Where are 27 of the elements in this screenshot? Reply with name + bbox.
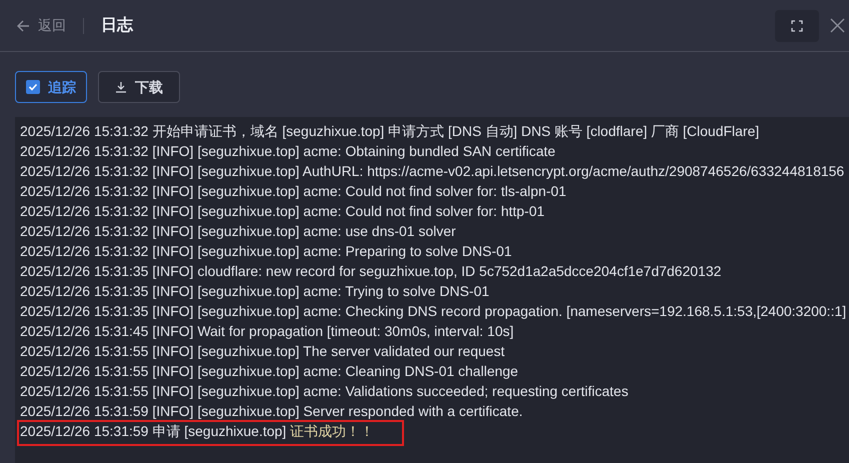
download-button[interactable]: 下载 xyxy=(98,71,180,103)
fullscreen-button[interactable] xyxy=(775,10,819,42)
back-arrow-icon xyxy=(16,18,30,32)
log-line: 2025/12/26 15:31:45 [INFO] Wait for propagation [timeout: 30m0s, interval: 10s] xyxy=(20,322,514,341)
log-line: 2025/12/26 15:31:32 [INFO] [seguzhixue.top] acme: Could not find solver for: http-01 xyxy=(20,202,545,221)
log-line: 2025/12/26 15:31:59 [INFO] [seguzhixue.top] Server responded with a certificate. xyxy=(20,402,523,421)
close-icon xyxy=(830,18,844,33)
download-icon xyxy=(115,81,127,93)
log-line: 2025/12/26 15:31:32 [INFO] [seguzhixue.top] AuthURL: https://acme-v02.api.letsencrypt.org/acme/authz/2908746526/633244818156 xyxy=(20,162,844,181)
log-line: 2025/12/26 15:31:35 [INFO] [seguzhixue.top] acme: Trying to solve DNS-01 xyxy=(20,282,490,301)
log-line: 2025/12/26 15:31:35 [INFO] cloudflare: new record for seguzhixue.top, ID 5c752d1a2a5dcce204cf1e7d7d620132 xyxy=(20,262,722,281)
log-line: 2025/12/26 15:31:32 开始申请证书，域名 [seguzhixue.top] 申请方式 [DNS 自动] DNS 账号 [clodflare] 厂商 [CloudFlare] xyxy=(20,122,760,141)
success-status: 证书成功！！ xyxy=(290,422,374,440)
fullscreen-icon xyxy=(791,20,803,32)
page-title: 日志 xyxy=(101,15,133,36)
follow-button[interactable]: 追踪 xyxy=(15,71,87,103)
back-button[interactable]: 返回 xyxy=(16,15,66,36)
log-line: 2025/12/26 15:31:55 [INFO] [seguzhixue.top] acme: Cleaning DNS-01 challenge xyxy=(20,362,518,381)
log-line: 2025/12/26 15:31:55 [INFO] [seguzhixue.top] The server validated our request xyxy=(20,342,505,361)
log-line: 2025/12/26 15:31:32 [INFO] [seguzhixue.top] acme: Obtaining bundled SAN certificate xyxy=(20,142,556,161)
log-line: 2025/12/26 15:31:32 [INFO] [seguzhixue.top] acme: Preparing to solve DNS-01 xyxy=(20,242,512,261)
log-line: 2025/12/26 15:31:32 [INFO] [seguzhixue.top] acme: Could not find solver for: tls-alpn-01 xyxy=(20,182,566,201)
checkbox-icon xyxy=(26,80,40,94)
log-line: 2025/12/26 15:31:35 [INFO] [seguzhixue.top] acme: Checking DNS record propagation. [nameservers=192.168.5.1:53,[2400:3200::1] xyxy=(20,302,846,321)
log-line: 2025/12/26 15:31:59 申请 [seguzhixue.top] xyxy=(20,422,286,441)
log-line: 2025/12/26 15:31:32 [INFO] [seguzhixue.top] acme: use dns-01 solver xyxy=(20,222,456,241)
log-line: 2025/12/26 15:31:55 [INFO] [seguzhixue.top] acme: Validations succeeded; requesting certificates xyxy=(20,382,628,401)
